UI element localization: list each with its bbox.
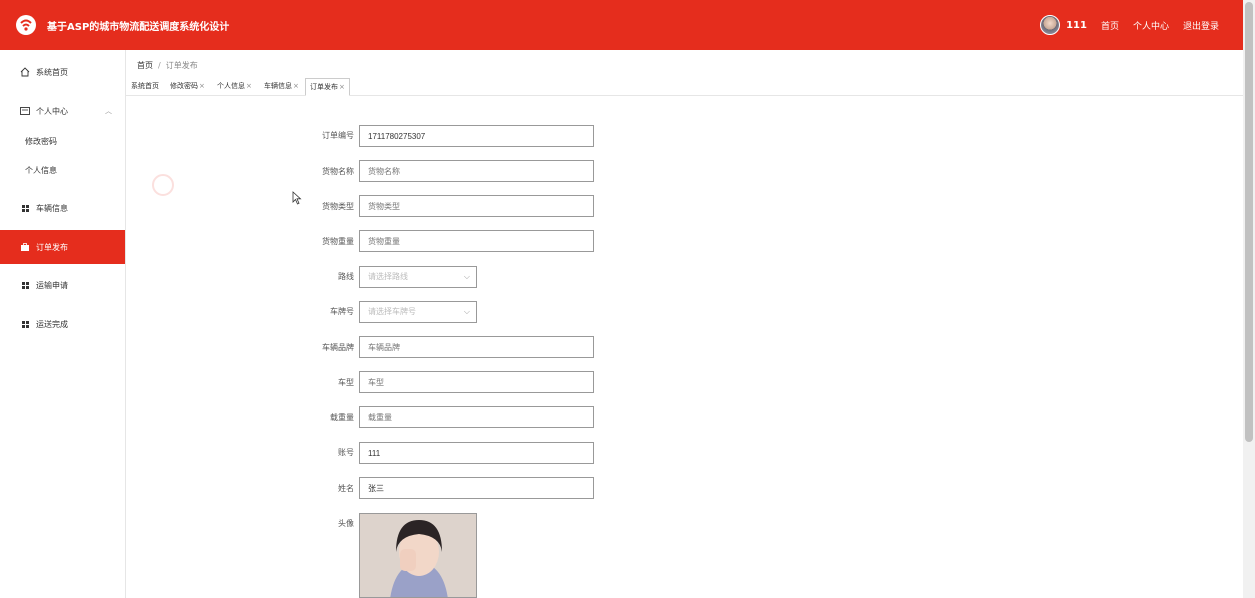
tab-bar: 系统首页 修改密码× 个人信息× 车辆信息× 订单发布× [125,75,1243,96]
vehicle-brand-label: 车辆品牌 [322,343,354,352]
goods-name-label: 货物名称 [322,167,354,176]
tab-label: 修改密码 [170,82,198,90]
sidebar: 系统首页 个人中心 ︿ 修改密码 个人信息 车辆信息 订单发布 运输申请 运送完… [0,50,126,598]
account-label: 账号 [338,448,354,457]
sidebar-item-label: 修改密码 [25,136,57,146]
order-number-row: 订单编号 [300,124,359,148]
goods-weight-input[interactable] [359,230,594,252]
grid-icon [20,319,30,329]
user-avatar[interactable] [1040,15,1061,35]
username-label: 111 [1066,19,1087,31]
grid-icon [20,280,30,290]
grid-icon [20,203,30,213]
breadcrumb-current: 订单发布 [165,61,198,70]
tab-change-password[interactable]: 修改密码× [166,78,209,94]
avatar-label: 头像 [338,519,354,528]
chevron-down-icon: ⌵ [463,272,470,281]
load-capacity-label: 载重量 [330,413,354,422]
top-header: 基于ASP的城市物流配送调度系统化设计 111 首页 个人中心 退出登录 [0,0,1243,50]
name-label: 姓名 [338,484,354,493]
sidebar-item-label: 个人中心 [36,106,68,116]
tab-personal-info[interactable]: 个人信息× [213,78,256,94]
close-icon[interactable]: × [246,82,252,90]
tab-label: 系统首页 [131,82,159,90]
sidebar-item-label: 运输申请 [36,280,68,290]
logout-link[interactable]: 退出登录 [1183,19,1219,32]
sidebar-item-label: 运送完成 [36,319,68,329]
tab-vehicle-info[interactable]: 车辆信息× [260,78,303,94]
goods-weight-label: 货物重量 [322,237,354,246]
load-capacity-input[interactable] [359,406,594,428]
avatar-image[interactable] [359,513,477,598]
personal-center-link[interactable]: 个人中心 [1133,19,1169,32]
breadcrumb-separator: / [158,61,161,70]
vehicle-model-input[interactable] [359,371,594,393]
sidebar-item-label: 系统首页 [36,67,68,77]
tab-label: 订单发布 [310,83,338,91]
sidebar-item-delivery-complete[interactable]: 运送完成 [0,307,125,341]
plate-number-select[interactable]: 请选择车牌号 ⌵ [359,301,477,323]
home-icon [20,67,30,77]
plate-number-select-placeholder: 请选择车牌号 [368,307,416,316]
close-icon[interactable]: × [293,82,299,90]
route-label: 路线 [338,272,354,281]
vehicle-model-label: 车型 [338,378,354,387]
sidebar-item-transport-request[interactable]: 运输申请 [0,268,125,302]
home-link[interactable]: 首页 [1101,19,1119,32]
vehicle-brand-input[interactable] [359,336,594,358]
chevron-down-icon: ⌵ [463,307,470,316]
profile-card-icon [20,106,30,116]
sidebar-item-label: 订单发布 [36,242,68,252]
plate-number-label: 车牌号 [330,307,354,316]
scrollbar-thumb[interactable] [1245,2,1253,442]
loading-spinner-icon [152,174,174,196]
tab-label: 个人信息 [217,82,245,90]
name-input[interactable] [359,477,594,499]
app-logo-icon [16,15,36,35]
route-select[interactable]: 请选择路线 ⌵ [359,266,477,288]
sidebar-item-label: 车辆信息 [36,203,68,213]
close-icon[interactable]: × [199,82,205,90]
sidebar-item-label: 个人信息 [25,165,57,175]
breadcrumb-home[interactable]: 首页 [137,61,153,70]
goods-type-input[interactable] [359,195,594,217]
sidebar-item-vehicle-info[interactable]: 车辆信息 [0,191,125,225]
goods-name-input[interactable] [359,160,594,182]
sidebar-item-home[interactable]: 系统首页 [0,55,125,89]
route-select-placeholder: 请选择路线 [368,272,408,281]
chevron-up-icon[interactable]: ︿ [105,106,112,116]
briefcase-icon [20,242,30,252]
tab-order-publish[interactable]: 订单发布× [305,78,350,96]
goods-type-label: 货物类型 [322,202,354,211]
sidebar-item-personal-center[interactable]: 个人中心 ︿ [0,94,125,128]
app-title: 基于ASP的城市物流配送调度系统化设计 [47,22,230,33]
sidebar-item-personal-info[interactable]: 个人信息 [0,153,125,187]
tab-home[interactable]: 系统首页 [127,78,163,94]
tab-label: 车辆信息 [264,82,292,90]
account-input[interactable] [359,442,594,464]
breadcrumb: 首页 / 订单发布 [137,60,198,71]
close-icon[interactable]: × [339,83,345,91]
page-scrollbar[interactable] [1243,0,1255,598]
order-number-input[interactable] [359,125,594,147]
order-number-label: 订单编号 [322,131,354,140]
sidebar-item-order-publish[interactable]: 订单发布 [0,230,125,264]
